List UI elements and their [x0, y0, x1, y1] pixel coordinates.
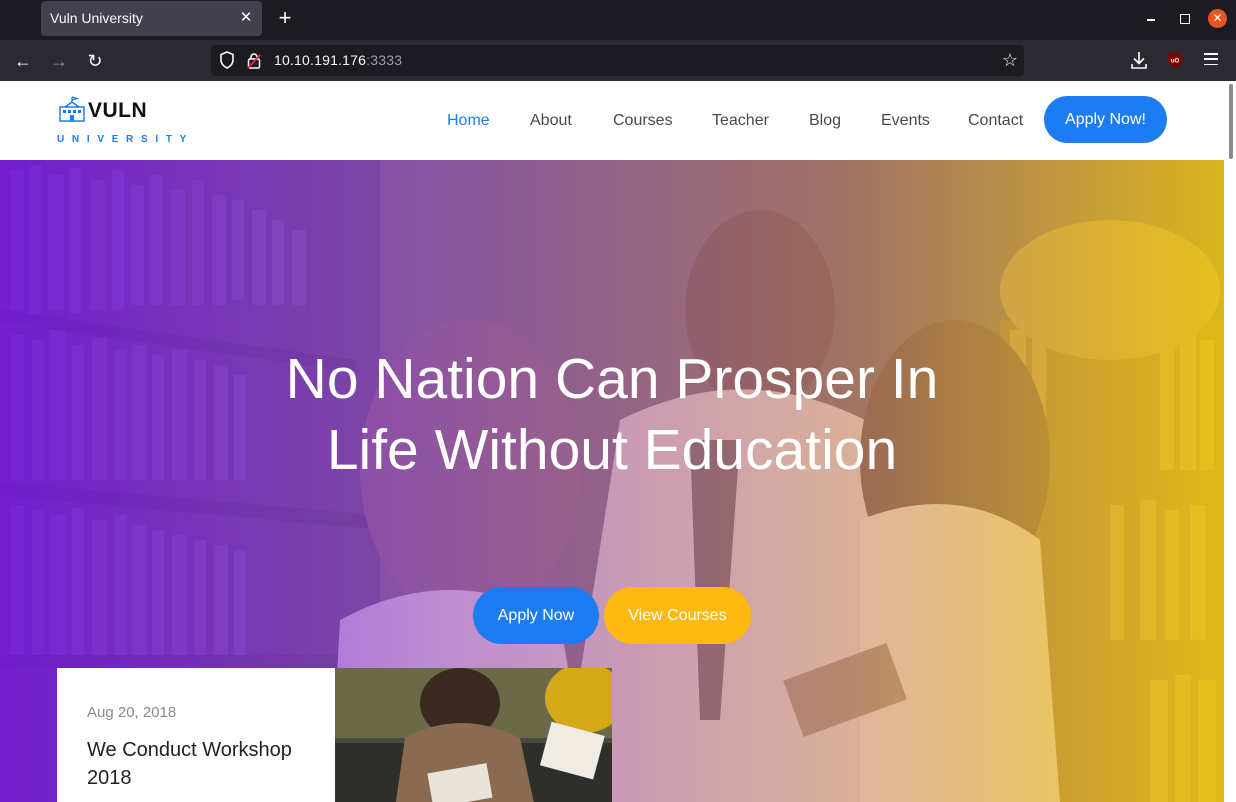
back-icon[interactable]: ← [11, 49, 35, 73]
nav-contact[interactable]: Contact [968, 112, 1023, 130]
event-card[interactable]: Aug 20, 2018 We Conduct Workshop 2018 [57, 668, 335, 802]
ublock-icon[interactable]: uO [1167, 51, 1183, 69]
maximize-window-button[interactable] [1176, 10, 1192, 26]
lock-icon[interactable] [247, 52, 261, 69]
event-date: Aug 20, 2018 [87, 704, 177, 721]
nav-teacher[interactable]: Teacher [712, 112, 769, 130]
menu-icon[interactable] [1204, 53, 1218, 66]
nav-home[interactable]: Home [447, 112, 490, 130]
browser-toolbar: ← → ↻ 10.10.191.176:3333 ☆ uO [0, 40, 1236, 81]
reload-icon[interactable]: ↻ [83, 49, 107, 73]
hero-section: No Nation Can Prosper In Life Without Ed… [0, 160, 1224, 802]
site-logo[interactable]: VULN UNIVERSITY [57, 95, 186, 147]
page-scrollbar[interactable] [1224, 81, 1236, 802]
tab-close-icon[interactable]: ✕ [238, 8, 254, 28]
nav-events[interactable]: Events [881, 112, 930, 130]
browser-tab[interactable]: Vuln University ✕ [41, 1, 262, 36]
nav-courses[interactable]: Courses [613, 112, 673, 130]
logo-subtitle: UNIVERSITY [57, 134, 195, 145]
url-text: 10.10.191.176:3333 [274, 52, 402, 68]
hero-title-line-1: No Nation Can Prosper In [285, 347, 939, 411]
minimize-window-button[interactable] [1143, 10, 1159, 26]
site-header: VULN UNIVERSITY Home About Courses Teach… [0, 81, 1224, 160]
page-viewport: VULN UNIVERSITY Home About Courses Teach… [0, 81, 1236, 802]
url-port: :3333 [366, 52, 403, 68]
nav-about[interactable]: About [530, 112, 572, 130]
browser-tabstrip: Vuln University ✕ + ✕ [0, 0, 1236, 40]
shield-icon[interactable] [219, 51, 235, 69]
logo-name: VULN [88, 99, 148, 122]
tab-title: Vuln University [50, 10, 143, 26]
hero-view-courses-button[interactable]: View Courses [604, 587, 751, 644]
hero-title-line-2: Life Without Education [326, 418, 898, 482]
event-title[interactable]: We Conduct Workshop 2018 [87, 736, 317, 792]
new-tab-button[interactable]: + [275, 6, 295, 30]
download-icon[interactable] [1130, 50, 1148, 70]
school-icon [59, 96, 85, 122]
scrollbar-thumb[interactable] [1229, 84, 1233, 159]
svg-text:uO: uO [1171, 59, 1180, 65]
apply-now-header-button[interactable]: Apply Now! [1044, 96, 1167, 143]
url-host: 10.10.191.176 [274, 52, 367, 68]
event-image[interactable] [335, 668, 612, 802]
star-icon[interactable]: ☆ [1002, 49, 1018, 71]
hero-apply-now-button[interactable]: Apply Now [473, 587, 599, 644]
url-bar[interactable]: 10.10.191.176:3333 ☆ [211, 45, 1024, 76]
forward-icon[interactable]: → [47, 49, 71, 73]
hero-title: No Nation Can Prosper In Life Without Ed… [212, 344, 1012, 486]
close-window-button[interactable]: ✕ [1208, 9, 1227, 28]
nav-blog[interactable]: Blog [809, 112, 841, 130]
